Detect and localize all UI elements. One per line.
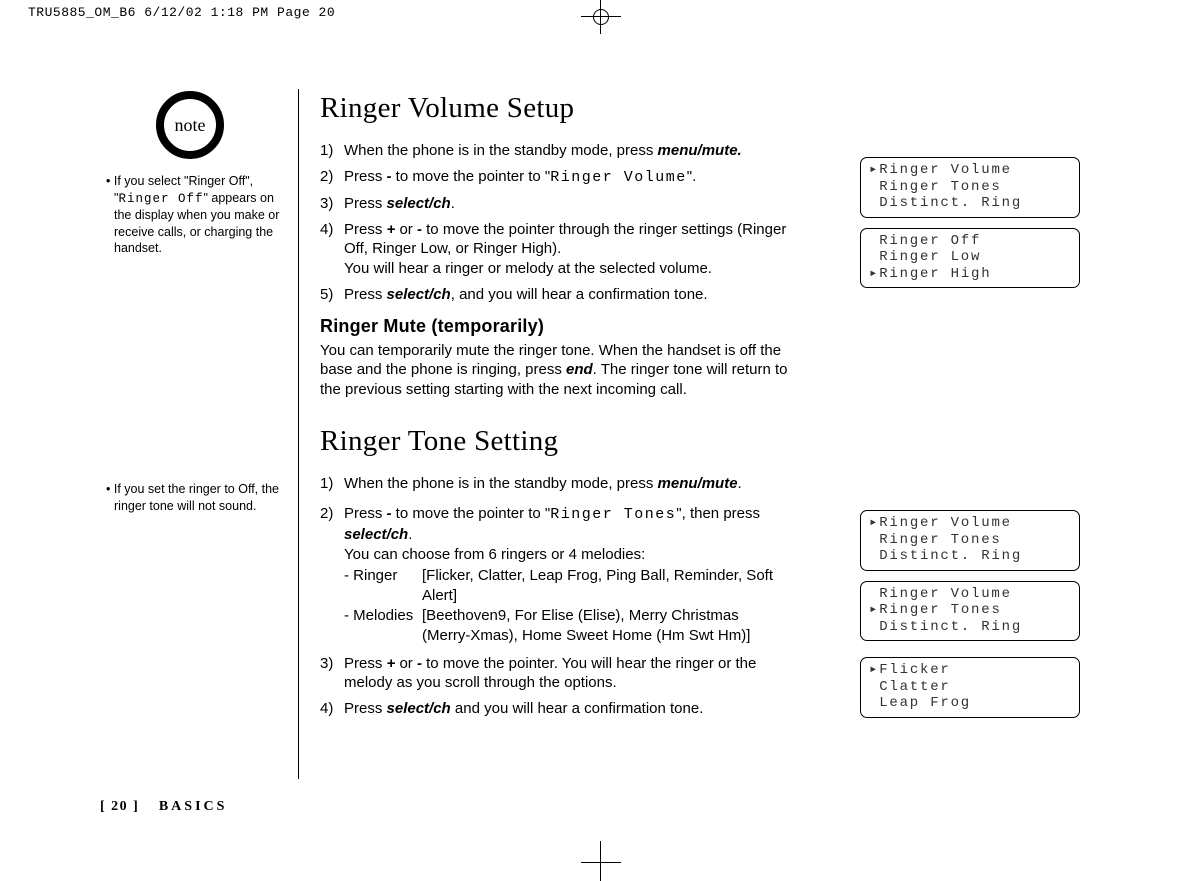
lcd-column: ▸Ringer Volume Ringer Tones Distinct. Ri… — [860, 157, 1080, 728]
heading-ringer-tone: Ringer Tone Setting — [320, 422, 790, 460]
step: 1) When the phone is in the standby mode… — [320, 474, 790, 494]
paragraph-ringer-mute: You can temporarily mute the ringer tone… — [320, 341, 790, 400]
sublist-key: - Melodies — [344, 606, 422, 646]
step-body: When the phone is in the standby mode, p… — [344, 474, 790, 494]
step: 2) Press - to move the pointer to "Ringe… — [320, 167, 790, 188]
step: 4) Press + or - to move the pointer thro… — [320, 220, 790, 279]
step-number: 2) — [320, 504, 344, 646]
page-footer: [ 20 ] BASICS — [100, 799, 227, 815]
step: 3) Press select/ch. — [320, 194, 790, 214]
step-number: 5) — [320, 285, 344, 305]
crop-mark-bottom — [600, 841, 641, 881]
note-icon: note — [154, 89, 226, 161]
lcd-display: Ringer Off Ringer Low ▸Ringer High — [860, 228, 1080, 289]
heading-ringer-volume: Ringer Volume Setup — [320, 89, 790, 127]
tone-sublist: - Ringer [Flicker, Clatter, Leap Frog, P… — [344, 566, 790, 645]
step-body: When the phone is in the standby mode, p… — [344, 141, 790, 161]
step: 5) Press select/ch, and you will hear a … — [320, 285, 790, 305]
step-body: Press - to move the pointer to "Ringer V… — [344, 167, 790, 188]
svg-text:note: note — [175, 115, 206, 135]
step: 3) Press + or - to move the pointer. You… — [320, 654, 790, 694]
step-body: Press + or - to move the pointer. You wi… — [344, 654, 790, 694]
lcd-display: Ringer Volume ▸Ringer Tones Distinct. Ri… — [860, 581, 1080, 642]
step-body: Press + or - to move the pointer through… — [344, 220, 790, 279]
lcd-display: ▸Ringer Volume Ringer Tones Distinct. Ri… — [860, 157, 1080, 218]
step-number: 4) — [320, 699, 344, 719]
sublist-value: [Beethoven9, For Elise (Elise), Merry Ch… — [422, 606, 790, 646]
sidenote-ringer-off-nosound: • If you set the ringer to Off, the ring… — [106, 481, 294, 514]
step-number: 4) — [320, 220, 344, 279]
step-body: Press select/ch, and you will hear a con… — [344, 285, 790, 305]
step: 2) Press - to move the pointer to "Ringe… — [320, 504, 790, 646]
page-number: [ 20 ] — [100, 799, 139, 814]
sidenote-lcd: Ringer Off — [118, 192, 203, 206]
section-label: BASICS — [159, 799, 228, 814]
steps-volume: 1) When the phone is in the standby mode… — [320, 141, 790, 305]
step-body: Press select/ch. — [344, 194, 790, 214]
sidenote-ringer-off: • If you select "Ringer Off", "Ringer Of… — [106, 173, 280, 257]
vertical-divider — [298, 89, 299, 779]
step-number: 1) — [320, 474, 344, 494]
step-number: 3) — [320, 654, 344, 694]
sublist-value: [Flicker, Clatter, Leap Frog, Ping Ball,… — [422, 566, 790, 606]
lcd-display: ▸Ringer Volume Ringer Tones Distinct. Ri… — [860, 510, 1080, 571]
step: 1) When the phone is in the standby mode… — [320, 141, 790, 161]
step-number: 3) — [320, 194, 344, 214]
step: 4) Press select/ch and you will hear a c… — [320, 699, 790, 719]
step-body: Press - to move the pointer to "Ringer T… — [344, 504, 790, 646]
sidebar: note • If you select "Ringer Off", "Ring… — [100, 89, 280, 257]
lcd-display: ▸Flicker Clatter Leap Frog — [860, 657, 1080, 718]
step-number: 2) — [320, 167, 344, 188]
steps-tone: 1) When the phone is in the standby mode… — [320, 474, 790, 719]
subheading-ringer-mute: Ringer Mute (temporarily) — [320, 315, 790, 339]
crop-mark-top — [600, 0, 641, 34]
step-number: 1) — [320, 141, 344, 161]
sublist-key: - Ringer — [344, 566, 422, 606]
step-body: Press select/ch and you will hear a conf… — [344, 699, 790, 719]
main-column: Ringer Volume Setup 1) When the phone is… — [320, 89, 790, 729]
